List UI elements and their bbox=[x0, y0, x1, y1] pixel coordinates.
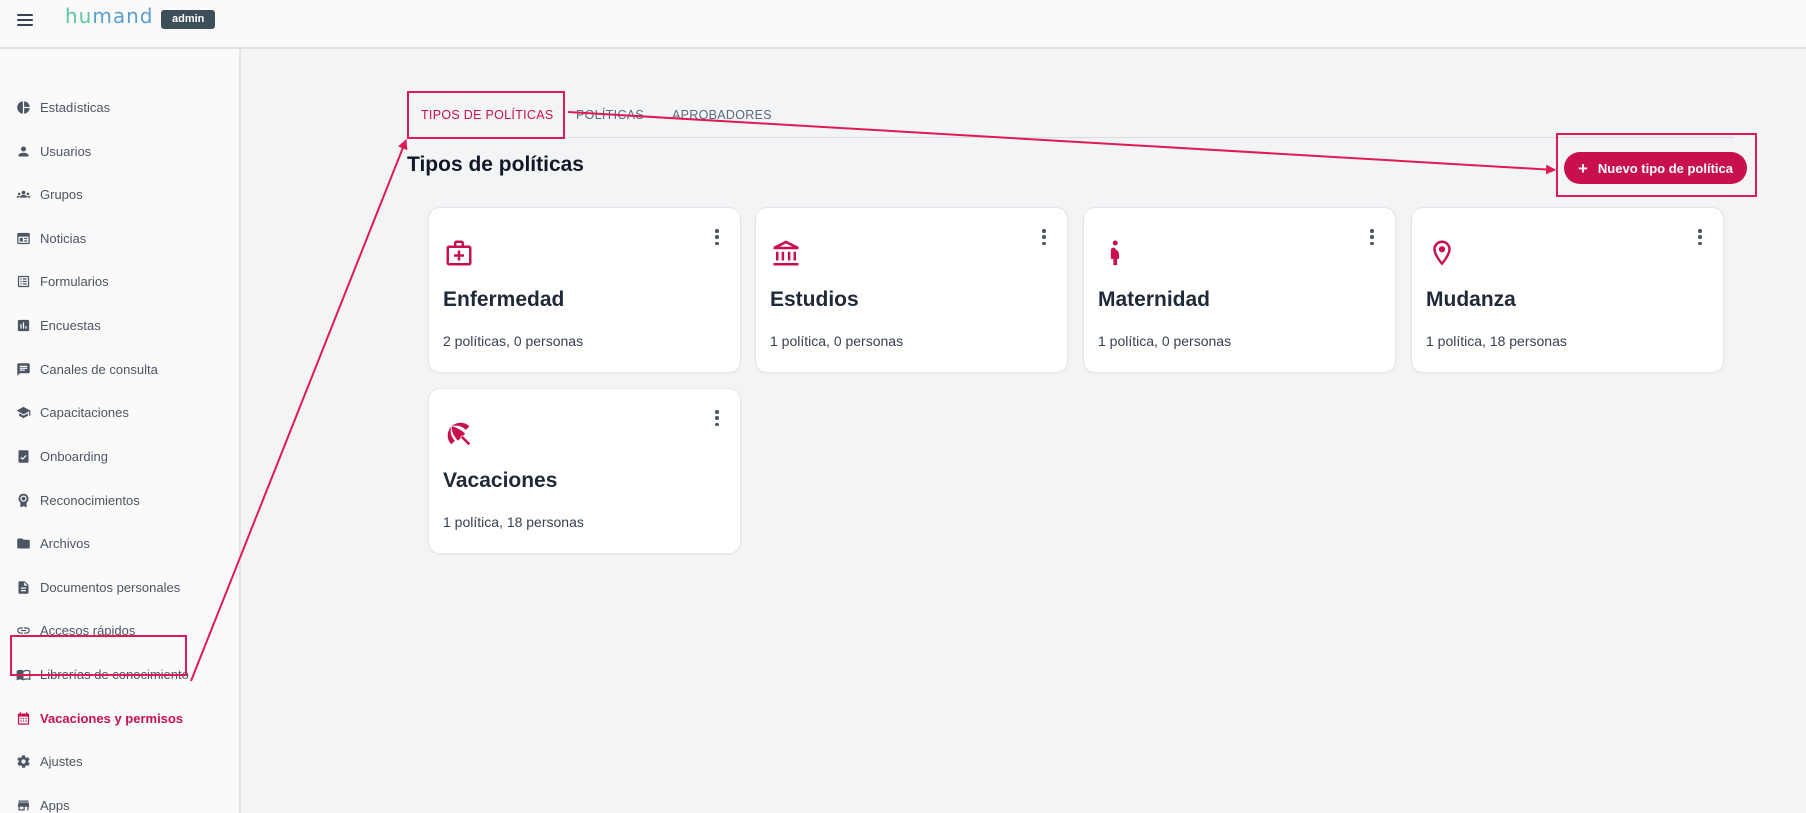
policy-type-card-enfermedad[interactable]: Enfermedad 2 políticas, 0 personas bbox=[428, 207, 741, 373]
folder-icon bbox=[16, 536, 31, 551]
sidebar-item-encuestas[interactable]: Encuestas bbox=[16, 311, 101, 339]
person-icon bbox=[16, 144, 31, 159]
sidebar-item-label: Usuarios bbox=[40, 143, 92, 159]
graduation-cap-icon bbox=[16, 405, 31, 420]
checklist-icon bbox=[16, 449, 31, 464]
card-menu-icon[interactable] bbox=[1696, 228, 1704, 246]
pie-chart-icon bbox=[16, 100, 31, 115]
sidebar-item-label: Ajustes bbox=[40, 753, 83, 769]
card-title: Mudanza bbox=[1426, 288, 1516, 311]
sidebar-item-label: Reconocimientos bbox=[40, 492, 140, 508]
sidebar-item-grupos[interactable]: Grupos bbox=[16, 180, 83, 208]
tab-politicas[interactable]: POLÍTICAS bbox=[576, 91, 644, 138]
tab-aprobadores[interactable]: APROBADORES bbox=[672, 91, 772, 138]
card-menu-icon[interactable] bbox=[713, 228, 721, 246]
chat-icon bbox=[16, 362, 31, 377]
pregnant-icon bbox=[1099, 238, 1129, 268]
sidebar-item-documentos-personales[interactable]: Documentos personales bbox=[16, 573, 180, 601]
sidebar-annotation-box bbox=[10, 635, 187, 676]
page-title: Tipos de políticas bbox=[407, 153, 584, 176]
card-title: Estudios bbox=[770, 288, 859, 311]
badge-icon bbox=[16, 493, 31, 508]
bar-chart-icon bbox=[16, 318, 31, 333]
sidebar-item-reconocimientos[interactable]: Reconocimientos bbox=[16, 486, 140, 514]
store-icon bbox=[16, 798, 31, 813]
policy-type-card-vacaciones[interactable]: Vacaciones 1 política, 18 personas bbox=[428, 388, 741, 554]
sidebar-item-label: Encuestas bbox=[40, 317, 101, 333]
sidebar-item-noticias[interactable]: Noticias bbox=[16, 224, 86, 252]
sidebar: Estadísticas Usuarios Grupos Noticias Fo… bbox=[0, 49, 241, 813]
sidebar-item-label: Archivos bbox=[40, 535, 90, 551]
card-subtitle: 1 política, 18 personas bbox=[1426, 333, 1567, 349]
card-subtitle: 2 políticas, 0 personas bbox=[443, 333, 584, 349]
policy-type-card-estudios[interactable]: Estudios 1 política, 0 personas bbox=[755, 207, 1068, 373]
card-title: Enfermedad bbox=[443, 288, 565, 311]
card-menu-icon[interactable] bbox=[713, 409, 721, 427]
sidebar-item-estadisticas[interactable]: Estadísticas bbox=[16, 93, 110, 121]
card-menu-icon[interactable] bbox=[1368, 228, 1376, 246]
calendar-icon bbox=[16, 711, 31, 726]
policy-type-card-mudanza[interactable]: Mudanza 1 política, 18 personas bbox=[1411, 207, 1724, 373]
medical-kit-icon bbox=[444, 238, 474, 268]
sidebar-item-label: Estadísticas bbox=[40, 99, 111, 115]
sidebar-item-label: Grupos bbox=[40, 186, 83, 202]
card-menu-icon[interactable] bbox=[1040, 228, 1048, 246]
card-subtitle: 1 política, 0 personas bbox=[1098, 333, 1232, 349]
tab-annotation-box bbox=[407, 91, 565, 139]
card-title: Vacaciones bbox=[443, 469, 558, 492]
policy-type-card-maternidad[interactable]: Maternidad 1 política, 0 personas bbox=[1083, 207, 1396, 373]
sidebar-item-label: Vacaciones y permisos bbox=[40, 710, 184, 726]
sidebar-item-capacitaciones[interactable]: Capacitaciones bbox=[16, 398, 129, 426]
beach-umbrella-icon bbox=[444, 419, 474, 449]
document-icon bbox=[16, 580, 31, 595]
group-icon bbox=[16, 187, 31, 202]
top-bar: humand admin bbox=[0, 0, 1806, 49]
card-subtitle: 1 política, 18 personas bbox=[443, 514, 584, 530]
sidebar-item-formularios[interactable]: Formularios bbox=[16, 267, 109, 295]
sidebar-item-label: Documentos personales bbox=[40, 579, 181, 595]
gear-icon bbox=[16, 754, 31, 769]
sidebar-item-usuarios[interactable]: Usuarios bbox=[16, 137, 91, 165]
sidebar-item-vacaciones-y-permisos[interactable]: Vacaciones y permisos bbox=[16, 704, 183, 732]
institution-icon bbox=[771, 238, 801, 268]
sidebar-item-label: Apps bbox=[40, 797, 70, 813]
tab-bar: TIPOS DE POLÍTICAS POLÍTICAS APROBADORES bbox=[407, 91, 1734, 138]
sidebar-item-label: Noticias bbox=[40, 230, 87, 246]
button-annotation-box bbox=[1556, 133, 1757, 197]
list-form-icon bbox=[16, 274, 31, 289]
sidebar-item-apps[interactable]: Apps bbox=[16, 791, 70, 813]
card-subtitle: 1 política, 0 personas bbox=[770, 333, 904, 349]
sidebar-item-ajustes[interactable]: Ajustes bbox=[16, 747, 83, 775]
sidebar-item-label: Onboarding bbox=[40, 448, 108, 464]
menu-icon[interactable] bbox=[16, 12, 34, 28]
sidebar-item-label: Capacitaciones bbox=[40, 404, 129, 420]
sidebar-item-label: Canales de consulta bbox=[40, 361, 158, 377]
admin-badge: admin bbox=[161, 10, 216, 29]
newspaper-icon bbox=[16, 231, 31, 246]
card-title: Maternidad bbox=[1098, 288, 1211, 311]
logo: humand bbox=[65, 4, 154, 28]
sidebar-item-label: Formularios bbox=[40, 273, 109, 289]
sidebar-item-onboarding[interactable]: Onboarding bbox=[16, 442, 108, 470]
location-pin-icon bbox=[1427, 238, 1457, 268]
sidebar-item-canales-de-consulta[interactable]: Canales de consulta bbox=[16, 355, 158, 383]
sidebar-item-archivos[interactable]: Archivos bbox=[16, 529, 90, 557]
